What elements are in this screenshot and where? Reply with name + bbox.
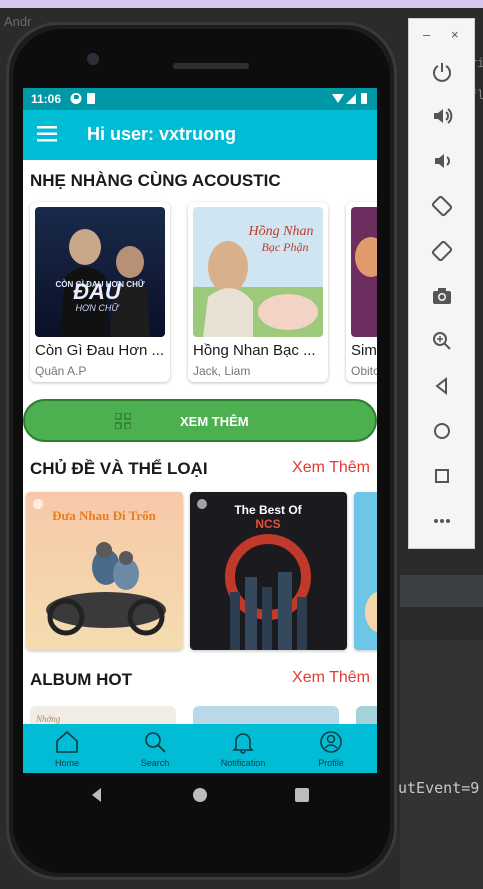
ide-window-title: Andr [4, 14, 32, 29]
home-icon[interactable] [429, 418, 455, 444]
ide-code-text: utEvent=9 [398, 779, 480, 797]
xem-them-button[interactable]: XEM THÊM [23, 399, 377, 442]
system-home-icon[interactable] [192, 787, 208, 808]
system-navigation-bar [23, 773, 377, 819]
grid-icon [114, 412, 132, 430]
status-time: 11:06 [31, 92, 62, 106]
minimize-button[interactable]: – [423, 27, 430, 42]
more-icon[interactable] [429, 508, 455, 534]
song-card[interactable]: CÒN GÌ ĐAU HƠN CHỮ ĐAU HƠN CHỮ Còn Gì Đa… [30, 202, 170, 382]
status-bar: 11:06 [23, 88, 377, 110]
ide-panel-header [400, 575, 483, 607]
rotate-right-icon[interactable] [429, 238, 455, 264]
search-icon [143, 730, 167, 754]
nav-label: Search [140, 758, 170, 768]
home-icon [55, 730, 79, 754]
ide-top-strip [0, 0, 483, 8]
song-cover: CÒN GÌ ĐAU HƠN CHỮ ĐAU HƠN CHỮ [35, 207, 165, 337]
album-see-more-link[interactable]: Xem Thêm [292, 669, 370, 687]
system-back-icon[interactable] [89, 787, 105, 808]
topic-card[interactable]: The Best Of NCS [190, 492, 347, 650]
song-title: Hồng Nhan Bạc ... [193, 342, 316, 359]
app-bar: Hi user: vxtruong [23, 110, 377, 160]
svg-text:Bạc Phận: Bạc Phận [262, 240, 309, 254]
topic-card[interactable]: Đưa Nhau Đi Trốn [26, 492, 183, 650]
close-button[interactable]: × [451, 27, 459, 42]
song-artist: Obito [351, 364, 377, 378]
volume-up-icon[interactable] [429, 103, 455, 129]
svg-text:ĐAU: ĐAU [73, 279, 122, 304]
song-card[interactable]: Hồng Nhan Bạc Phận Hồng Nhan Bạc ... Jac… [188, 202, 328, 382]
camera-icon[interactable] [429, 283, 455, 309]
svg-text:HƠN CHỮ: HƠN CHỮ [76, 303, 121, 313]
back-icon[interactable] [429, 373, 455, 399]
song-card[interactable]: Sim Obito [346, 202, 377, 382]
song-cover: Hồng Nhan Bạc Phận [193, 207, 323, 337]
rotate-left-icon[interactable] [429, 193, 455, 219]
song-title: Sim [351, 342, 377, 359]
nav-item-notification[interactable]: Notification [199, 724, 287, 773]
xem-them-label: XEM THÊM [180, 414, 249, 429]
song-title: Còn Gì Đau Hơn ... [35, 342, 165, 359]
topic-art-text: NCS [255, 517, 280, 531]
svg-text:Nhớng: Nhớng [35, 714, 61, 724]
section-title-album: ALBUM HOT [30, 670, 132, 689]
nav-label: Profile [318, 758, 344, 768]
bell-icon [231, 730, 255, 754]
section-title-acoustic: NHẸ NHÀNG CÙNG ACOUSTIC [30, 171, 281, 190]
earpiece-speaker [173, 63, 249, 69]
profile-icon [319, 730, 343, 754]
app-screen: 11:06 Hi user: vxtruong NHẸ NHÀNG CÙNG A… [23, 88, 377, 773]
nav-item-search[interactable]: Search [111, 724, 199, 773]
topic-card[interactable] [354, 492, 377, 650]
bottom-navigation: Home Search Notification Profile [23, 724, 377, 773]
volume-down-icon[interactable] [429, 148, 455, 174]
zoom-icon[interactable] [429, 328, 455, 354]
system-overview-icon[interactable] [294, 787, 310, 808]
section-title-topics: CHỦ ĐỀ VÀ THỂ LOẠI [30, 459, 208, 478]
emulator-toolbar: – × [408, 18, 475, 549]
status-notification-icons [70, 92, 100, 108]
song-artist: Jack, Liam [193, 364, 251, 378]
app-title: Hi user: vxtruong [87, 124, 237, 144]
power-icon[interactable] [429, 59, 455, 85]
menu-icon[interactable] [37, 126, 57, 142]
song-artist: Quân A.P [35, 364, 87, 378]
front-camera [87, 53, 99, 65]
nav-item-profile[interactable]: Profile [287, 724, 375, 773]
nav-label: Notification [220, 758, 266, 768]
nav-label: Home [54, 758, 79, 768]
topic-art-text: The Best Of [234, 503, 302, 517]
topics-see-more-link[interactable]: Xem Thêm [292, 459, 370, 477]
status-system-icons [331, 92, 371, 108]
song-cover [351, 207, 377, 337]
svg-text:Hồng Nhan: Hồng Nhan [248, 224, 314, 239]
ide-panel [400, 640, 483, 889]
nav-item-home[interactable]: Home [23, 724, 111, 773]
topic-art-lettering: Đưa Nhau Đi Trốn [52, 508, 157, 523]
overview-icon[interactable] [429, 463, 455, 489]
emulator-toolbar-header: – × [409, 23, 474, 43]
